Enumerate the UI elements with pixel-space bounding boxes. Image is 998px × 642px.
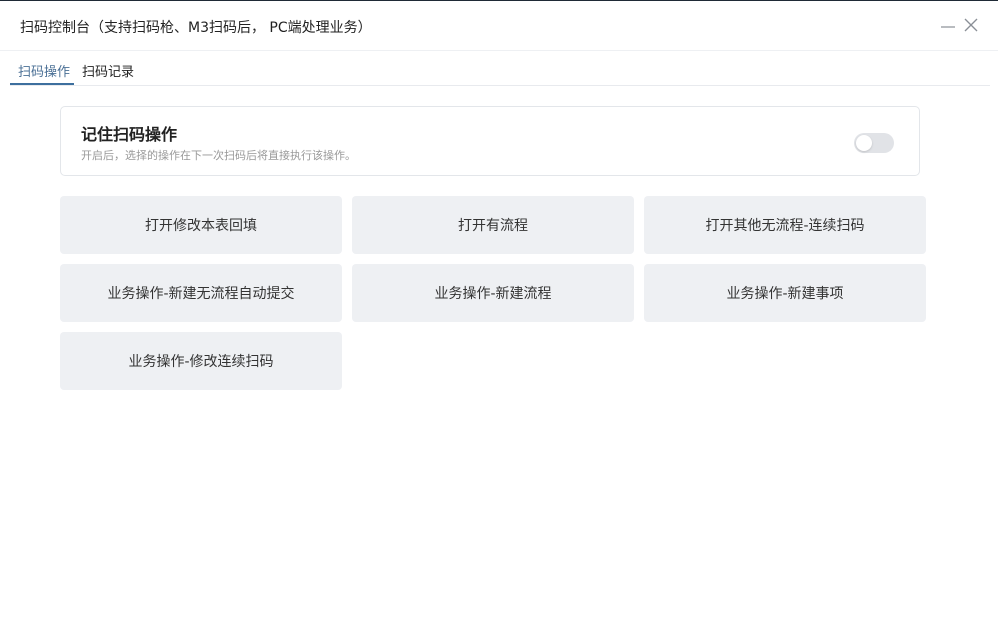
toggle-knob (856, 135, 872, 151)
scan-console-window: 扫码控制台（支持扫码枪、M3扫码后， PC端处理业务） 扫码操作 扫码记录 记住… (0, 0, 998, 642)
active-tab-indicator (10, 83, 74, 85)
open-other-no-process-continuous-scan-button[interactable]: 打开其他无流程-连续扫码 (644, 196, 926, 254)
open-with-process-button[interactable]: 打开有流程 (352, 196, 634, 254)
open-modify-backfill-button[interactable]: 打开修改本表回填 (60, 196, 342, 254)
minimize-icon[interactable] (939, 16, 957, 34)
remember-operation-description: 开启后，选择的操作在下一次扫码后将直接执行该操作。 (81, 149, 356, 162)
remember-operation-card: 记住扫码操作 开启后，选择的操作在下一次扫码后将直接执行该操作。 (60, 106, 920, 176)
window-title: 扫码控制台（支持扫码枪、M3扫码后， PC端处理业务） (20, 20, 372, 36)
business-new-item-button[interactable]: 业务操作-新建事项 (644, 264, 926, 322)
close-icon[interactable] (962, 16, 980, 34)
title-bar: 扫码控制台（支持扫码枪、M3扫码后， PC端处理业务） (0, 1, 998, 51)
business-new-no-process-auto-submit-button[interactable]: 业务操作-新建无流程自动提交 (60, 264, 342, 322)
tab-bar: 扫码操作 扫码记录 (10, 51, 990, 86)
remember-operation-title: 记住扫码操作 (81, 125, 178, 144)
business-modify-continuous-scan-button[interactable]: 业务操作-修改连续扫码 (60, 332, 342, 390)
remember-operation-toggle[interactable] (854, 133, 894, 153)
tab-scan-operation[interactable]: 扫码操作 (18, 61, 70, 80)
business-new-process-button[interactable]: 业务操作-新建流程 (352, 264, 634, 322)
tab-scan-records[interactable]: 扫码记录 (82, 61, 134, 80)
